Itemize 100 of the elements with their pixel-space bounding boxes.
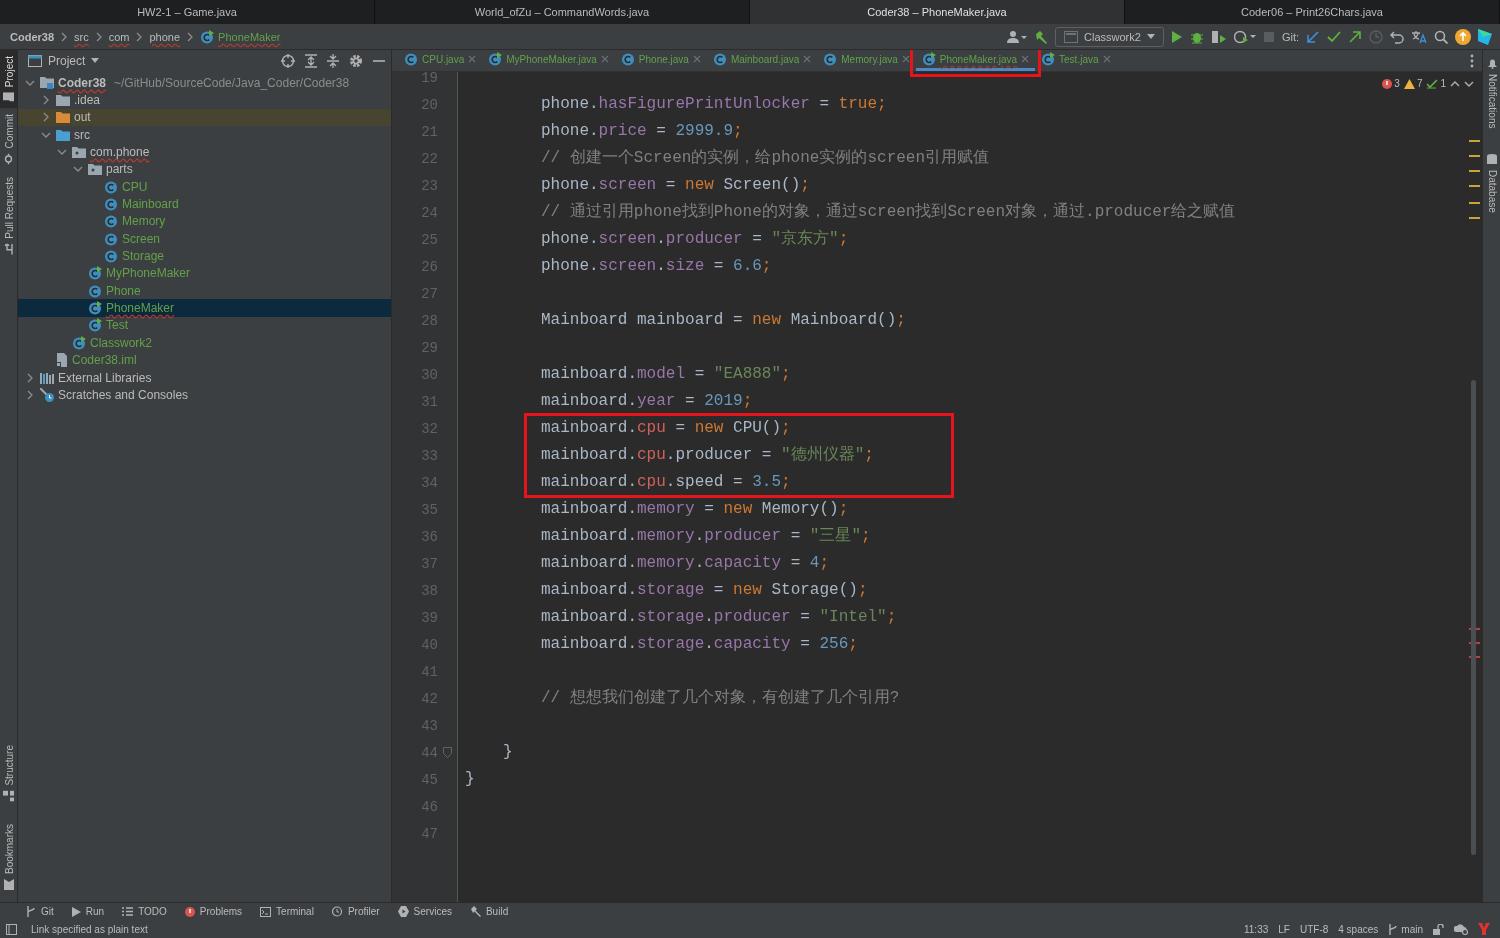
run-icon (71, 906, 81, 917)
tree-item[interactable]: Test (18, 316, 391, 335)
warning-icon (1403, 78, 1415, 89)
breadcrumb[interactable]: src (74, 28, 89, 45)
editor-tab[interactable]: MyPhoneMaker.java (482, 50, 615, 71)
code-line: Mainboard mainboard = new Mainboard(); (540, 310, 906, 331)
terminal-icon (260, 906, 272, 917)
breadcrumb[interactable]: phone (149, 28, 181, 45)
code-line: phone.price = 2999.9; (540, 121, 743, 142)
status-item[interactable]: LF (1278, 923, 1290, 935)
code-line: mainboard.storage.capacity = 256; (540, 634, 858, 655)
tree-item[interactable]: Screen (18, 230, 391, 248)
ok-count[interactable]: 1 (1426, 78, 1446, 89)
code-line: mainboard.cpu.speed = 3.5; (540, 472, 791, 493)
editor-tab[interactable]: Mainboard.java (706, 50, 818, 71)
status-item[interactable]: 11:33 (1243, 923, 1269, 935)
tree-item[interactable]: parts (18, 160, 391, 179)
editor-tab[interactable]: Memory.java (817, 50, 916, 71)
hammer-icon (469, 906, 481, 917)
pull-request-icon (3, 243, 15, 255)
error-icon (1382, 78, 1393, 89)
code-line: // 通过引用phone找到Phone的对象，通过screen找到Screen对象，通过.producer给之赋值 (540, 201, 1236, 223)
tool-window-button[interactable]: Profiler (331, 906, 380, 917)
editor-tab[interactable]: Phone.java (614, 50, 707, 71)
tree-item[interactable]: External Libraries (18, 368, 391, 387)
tool-window-button[interactable]: Bookmarks (0, 818, 18, 896)
code-line: } (502, 742, 513, 763)
project-view-dropdown[interactable]: Project (28, 54, 100, 68)
tool-window-button[interactable]: Project (0, 50, 18, 109)
settings-icon (349, 54, 363, 68)
tool-window-button[interactable]: Git (26, 906, 54, 917)
warning-count[interactable]: 7 (1403, 78, 1423, 89)
plugin-logo-icon (1478, 923, 1490, 935)
breadcrumb[interactable]: Coder38 (10, 28, 55, 45)
tool-window-button[interactable]: Services (397, 906, 452, 917)
code-line: mainboard.memory = new Memory(); (540, 499, 849, 520)
tree-item[interactable]: .idea (18, 91, 391, 109)
tree-item[interactable]: Memory (18, 212, 391, 231)
run-config-dropdown[interactable]: Classwork2 (1055, 26, 1164, 47)
tool-window-button[interactable]: Problems (184, 906, 243, 917)
editor-tab[interactable]: PhoneMaker.java (915, 50, 1036, 71)
bookmark-icon (4, 879, 14, 890)
tree-item[interactable]: out (18, 108, 391, 127)
code-line: phone.screen.producer = "京东方"; (540, 228, 849, 250)
breadcrumb[interactable]: com (108, 28, 130, 45)
tree-item[interactable]: Scratches and Consoles (18, 386, 391, 404)
tool-window-button[interactable]: Build (469, 906, 509, 917)
breadcrumb[interactable]: PhoneMaker (200, 27, 281, 46)
tree-item[interactable]: CPU (18, 178, 391, 196)
tree-item[interactable]: Coder38 ~/GitHub/SourceCode/Java_Coder/Coder38 (18, 74, 391, 92)
code-line: // 想想我们创建了几个对象，有创建了几个引用? (540, 687, 900, 709)
branch-widget[interactable]: main (1388, 923, 1423, 935)
tree-item[interactable]: com.phone (18, 143, 391, 161)
class-icon (104, 179, 118, 194)
tool-window-button[interactable]: Pull Requests (0, 170, 18, 261)
structure-icon (3, 791, 15, 802)
tool-window-button[interactable]: Terminal (260, 906, 314, 917)
update-icon (1455, 28, 1471, 45)
tool-window-button[interactable]: TODO (122, 906, 167, 917)
tool-window-button[interactable]: Notifications (1483, 52, 1500, 135)
hammer-icon (1034, 29, 1048, 44)
tree-item[interactable]: Phone (18, 282, 391, 300)
collapse-all-icon (327, 54, 339, 68)
main-class-icon (88, 266, 102, 281)
commit-icon (3, 153, 15, 165)
editor-tab[interactable]: Test.java (1035, 50, 1117, 71)
scrollbar-thumb[interactable] (1471, 380, 1476, 855)
editor-tab[interactable]: CPU.java (398, 50, 483, 71)
status-item[interactable]: 4 spaces (1338, 923, 1379, 935)
history-icon (1369, 29, 1383, 44)
services-icon (397, 906, 409, 917)
chevron-icon (60, 31, 69, 42)
check-icon (1426, 78, 1439, 89)
tree-item[interactable]: PhoneMaker (18, 299, 391, 317)
class-icon (88, 283, 102, 298)
fold-icon (442, 747, 452, 758)
more-icon (1470, 53, 1474, 68)
tree-item[interactable]: Mainboard (18, 195, 391, 213)
profiler-icon (1233, 29, 1256, 44)
app-logo-icon (1478, 28, 1492, 45)
tool-window-button[interactable]: Commit (0, 108, 18, 171)
config-icon (1064, 30, 1078, 43)
error-count[interactable]: 3 (1382, 78, 1400, 89)
window-tab[interactable]: Coder38 – PhoneMaker.java (750, 0, 1125, 24)
tree-item[interactable]: Classwork2 (18, 334, 391, 352)
tree-item[interactable]: Storage (18, 247, 391, 265)
tool-window-button[interactable]: Database (1483, 148, 1500, 220)
tree-item[interactable]: MyPhoneMaker (18, 264, 391, 283)
package-icon (72, 146, 86, 159)
close-icon (1102, 55, 1111, 63)
code-line: mainboard.cpu = new CPU(); (540, 418, 791, 439)
code-line: mainboard.cpu.producer = "德州仪器"; (540, 445, 874, 466)
class-icon (104, 197, 118, 212)
lock-icon (1433, 923, 1444, 935)
main-class-icon (88, 301, 102, 316)
tool-window-button[interactable]: Run (71, 906, 105, 917)
tree-item[interactable]: Coder38.iml (18, 351, 391, 369)
status-item[interactable]: UTF-8 (1299, 923, 1329, 935)
tree-item[interactable]: src (18, 126, 391, 144)
tool-window-button[interactable]: Structure (0, 739, 18, 808)
